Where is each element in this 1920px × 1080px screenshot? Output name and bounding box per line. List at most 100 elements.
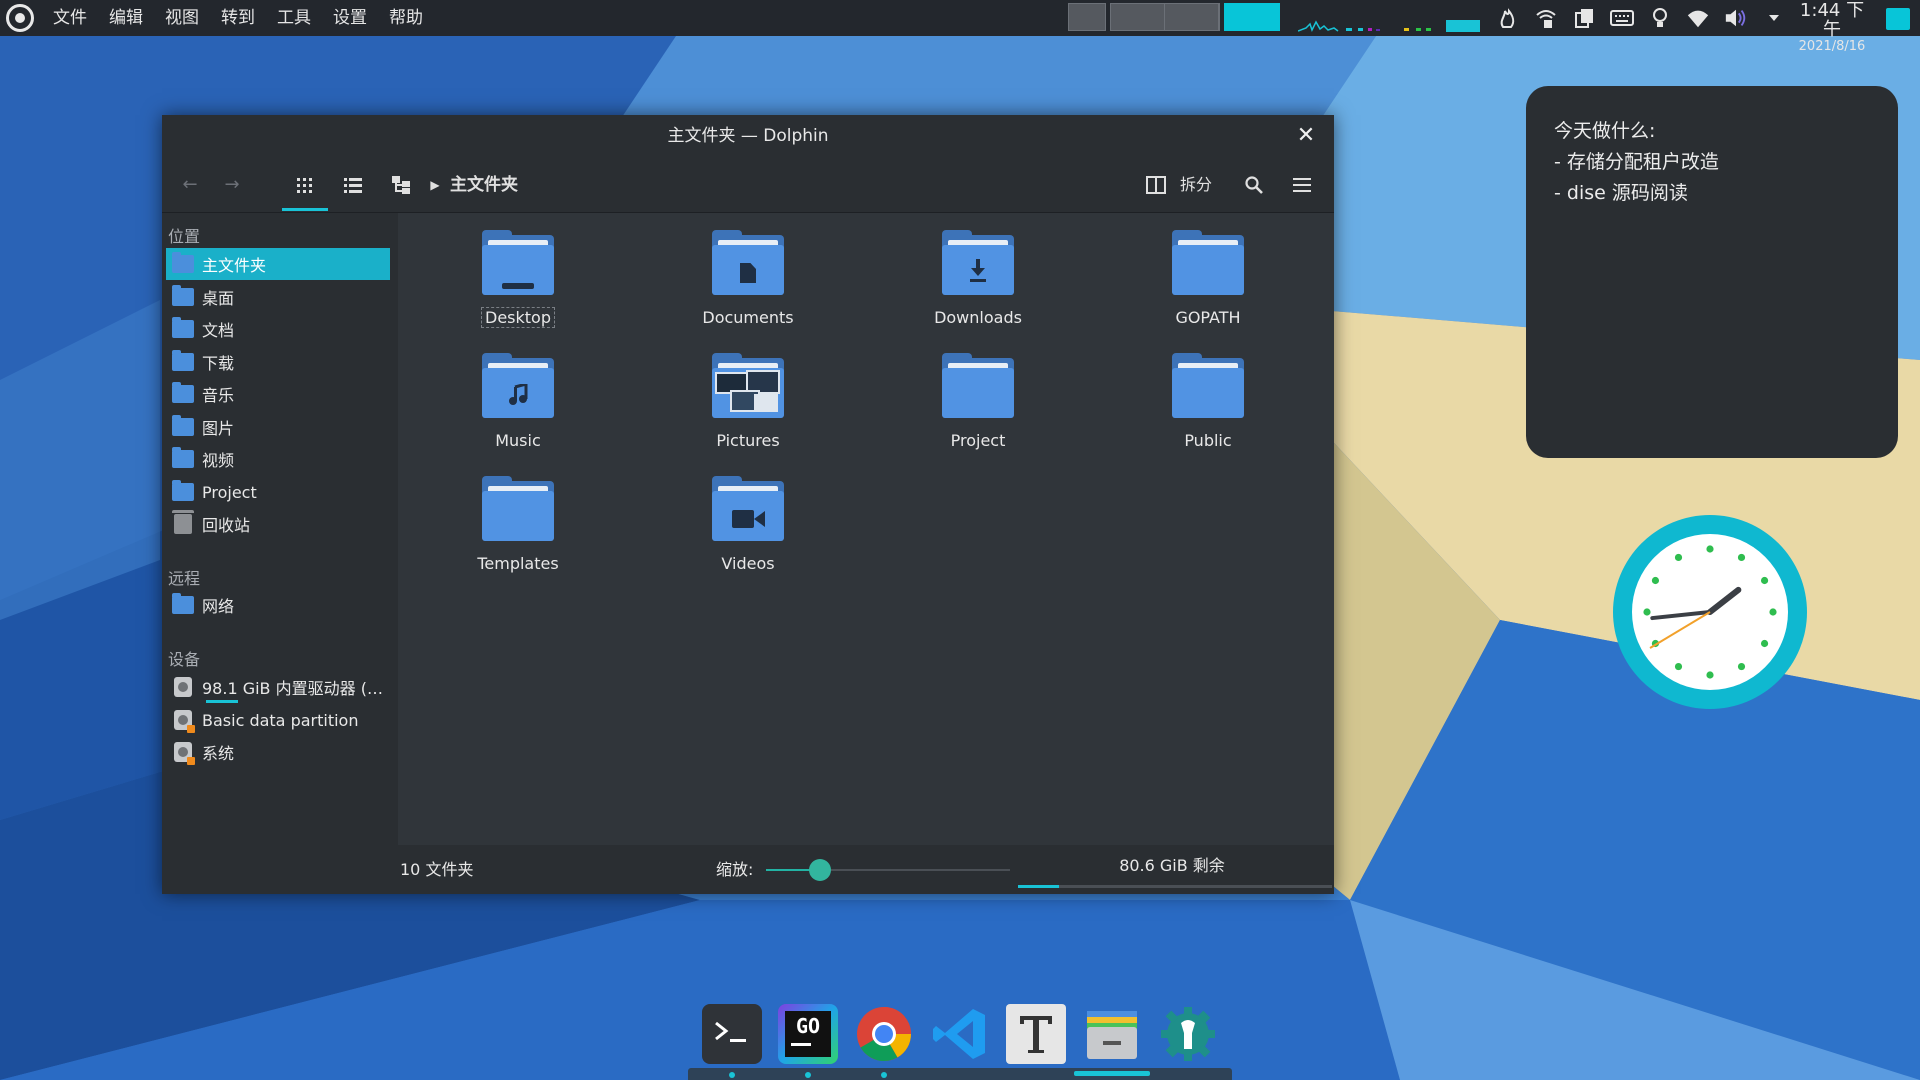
folder-label: Templates — [477, 554, 559, 573]
split-view-icon[interactable] — [1144, 157, 1168, 213]
pager-desktop-2[interactable] — [1110, 3, 1220, 31]
toolbar: ← → ▶ 主文件夹 拆分 — [162, 157, 1334, 213]
folder-item-templates[interactable]: Templates — [428, 476, 608, 574]
file-manager-icon[interactable] — [1082, 1004, 1142, 1064]
templates-folder-icon — [482, 476, 554, 541]
menu-view[interactable]: 视图 — [154, 0, 210, 36]
system-monitor-graph[interactable] — [1298, 6, 1482, 32]
menu-settings[interactable]: 设置 — [322, 0, 378, 36]
folder-item-gopath[interactable]: GOPATH — [1118, 230, 1298, 328]
sidebar-item-home[interactable]: 主文件夹 — [166, 248, 390, 280]
sidebar-item-trash[interactable]: 回收站 — [166, 508, 390, 540]
keyboard-icon[interactable] — [1610, 6, 1634, 30]
typora-icon[interactable] — [1006, 1004, 1066, 1064]
wifi-icon[interactable] — [1686, 6, 1710, 30]
sidebar-item-label: 视频 — [202, 451, 235, 470]
note-line: 今天做什么: — [1554, 120, 1656, 142]
clock-hour-marker — [1737, 662, 1746, 671]
downloads-folder-icon — [942, 230, 1014, 295]
clock-hour-marker — [1769, 608, 1777, 616]
sidebar-item-label: 下载 — [202, 354, 235, 373]
folder-item-downloads[interactable]: Downloads — [888, 230, 1068, 328]
hamburger-menu-icon[interactable] — [1290, 157, 1314, 213]
view-tree-button[interactable] — [386, 157, 416, 213]
sidebar-item-videos[interactable]: 视频 — [166, 443, 390, 475]
lightbulb-icon[interactable] — [1648, 6, 1672, 30]
sidebar-item-pictures[interactable]: 图片 — [166, 411, 390, 443]
clipboard-icon[interactable] — [1572, 6, 1596, 30]
volume-icon[interactable] — [1724, 6, 1748, 30]
sidebar-item-project[interactable]: Project — [166, 476, 390, 508]
trash-icon — [172, 510, 194, 534]
menu-tools[interactable]: 工具 — [266, 0, 322, 36]
clock-hour-marker — [1651, 576, 1660, 585]
menu-go[interactable]: 转到 — [210, 0, 266, 36]
close-icon[interactable]: ✕ — [1292, 115, 1320, 157]
folder-item-project[interactable]: Project — [888, 353, 1068, 451]
kde-connect-icon[interactable] — [1534, 6, 1558, 30]
split-button[interactable]: 拆分 — [1176, 157, 1216, 213]
downloads-folder-icon — [172, 350, 194, 371]
sidebar-item-desktop[interactable]: 桌面 — [166, 281, 390, 313]
sidebar-item-downloads[interactable]: 下载 — [166, 346, 390, 378]
breadcrumb-arrow-icon[interactable]: ▶ — [428, 157, 442, 213]
arrow-left-icon[interactable]: ← — [176, 157, 204, 213]
disk-usage-fill — [1018, 885, 1059, 888]
flame-icon[interactable] — [1496, 6, 1520, 30]
arrow-right-icon[interactable]: → — [218, 157, 246, 213]
dolphin-window: 主文件夹 — Dolphin ✕ ← → ▶ 主文件夹 拆分 位置 主文件夹 桌… — [162, 115, 1334, 894]
search-icon[interactable] — [1242, 157, 1266, 213]
zoom-slider-handle[interactable] — [808, 859, 831, 881]
sidebar-item-music[interactable]: 音乐 — [166, 378, 390, 410]
sidebar-item-network[interactable]: 网络 — [166, 589, 390, 621]
menu-file[interactable]: 文件 — [42, 0, 98, 36]
file-view-pane[interactable]: Desktop Documents Downloads GOPATH Music… — [398, 213, 1334, 845]
window-titlebar[interactable]: 主文件夹 — Dolphin ✕ — [162, 115, 1334, 157]
view-details-button[interactable] — [338, 157, 368, 213]
sticky-note-widget[interactable]: 今天做什么: - 存储分配租户改造 - dise 源码阅读 — [1526, 86, 1898, 458]
music-folder-icon — [482, 353, 554, 418]
terminal-icon[interactable] — [702, 1004, 762, 1064]
zoom-slider[interactable] — [766, 859, 1010, 881]
digital-clock[interactable]: 1:44 下午 2021/8/16 — [1792, 1, 1872, 54]
zoom-label: 缩放: — [716, 860, 754, 879]
tray-expand-icon[interactable] — [1762, 6, 1786, 30]
folder-item-public[interactable]: Public — [1118, 353, 1298, 451]
breadcrumb[interactable]: 主文件夹 — [450, 157, 518, 213]
folder-label: Videos — [721, 554, 775, 573]
global-menu: 文件 编辑 视图 转到 工具 设置 帮助 — [42, 0, 434, 36]
analog-clock-widget[interactable] — [1612, 514, 1808, 710]
folder-item-music[interactable]: Music — [428, 353, 608, 451]
show-desktop-button[interactable] — [1886, 8, 1910, 30]
folder-item-pictures[interactable]: Pictures — [658, 353, 838, 451]
window-title: 主文件夹 — Dolphin — [667, 126, 829, 146]
sidebar-item-drive-basic-data[interactable]: Basic data partition — [166, 704, 390, 736]
goland-icon[interactable]: GO — [778, 1004, 838, 1064]
sidebar-item-drive-system[interactable]: 系统 — [166, 736, 390, 768]
folder-label: Documents — [702, 308, 794, 327]
folder-item-videos[interactable]: Videos — [658, 476, 838, 574]
folder-item-documents[interactable]: Documents — [658, 230, 838, 328]
folder-icon — [942, 353, 1014, 418]
places-header: 位置 — [168, 227, 201, 246]
folder-item-desktop[interactable]: Desktop — [428, 230, 608, 328]
sidebar-item-label: 98.1 GiB 内置驱动器 (… — [202, 679, 383, 698]
app-launcher-icon[interactable] — [6, 4, 34, 32]
top-panel: 文件 编辑 视图 转到 工具 设置 帮助 1:44 下午 2021/8/16 — [0, 0, 1920, 54]
sidebar-item-label: Project — [202, 482, 257, 502]
settings-icon[interactable] — [1158, 1004, 1218, 1064]
clock-date: 2021/8/16 — [1798, 39, 1866, 54]
sidebar-item-label: 网络 — [202, 597, 235, 616]
view-icons-button[interactable] — [290, 157, 320, 213]
clock-hour-marker — [1760, 639, 1769, 648]
menu-edit[interactable]: 编辑 — [98, 0, 154, 36]
devices-header: 设备 — [168, 650, 201, 669]
sidebar-item-drive-internal[interactable]: 98.1 GiB 内置驱动器 (… — [166, 671, 390, 703]
folder-label: Public — [1184, 431, 1232, 450]
sidebar-item-documents[interactable]: 文档 — [166, 313, 390, 345]
pager-desktop-active[interactable] — [1224, 3, 1280, 31]
vscode-icon[interactable] — [930, 1004, 990, 1064]
chrome-icon[interactable] — [854, 1004, 914, 1064]
pager-desktop-1[interactable] — [1068, 3, 1106, 31]
menu-help[interactable]: 帮助 — [378, 0, 434, 36]
